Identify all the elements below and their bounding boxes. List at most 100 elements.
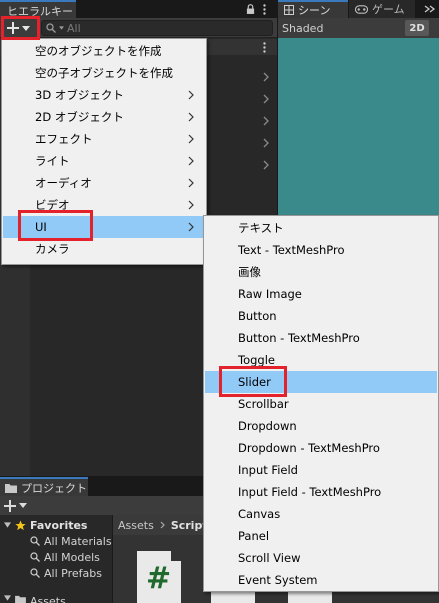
menu-item-panel[interactable]: Panel: [205, 525, 437, 547]
menu-item-raw-image[interactable]: Raw Image: [205, 283, 437, 305]
script-asset[interactable]: [288, 591, 332, 603]
menu-item-label: 空の子オブジェクトを作成: [35, 66, 173, 80]
menu-item-label: Panel: [238, 529, 270, 543]
scene-grid-icon: [284, 5, 294, 15]
menu-item-label: オーディオ: [35, 176, 92, 190]
tab-game[interactable]: ゲーム: [349, 0, 415, 18]
menu-item-label: Input Field: [238, 463, 298, 477]
tab-game-label: ゲーム: [372, 3, 405, 16]
menu-item-create-empty-child[interactable]: 空の子オブジェクトを作成: [3, 62, 205, 84]
lock-icon[interactable]: [246, 4, 255, 14]
chevron-right-icon: [188, 112, 194, 122]
csharp-script-icon: #: [146, 561, 172, 596]
menu-item-label: Dropdown: [238, 419, 297, 433]
menu-item-label: Scroll View: [238, 551, 301, 565]
menu-item-dropdown[interactable]: Dropdown: [205, 415, 437, 437]
search-dropdown-icon: [59, 26, 64, 30]
favorite-item[interactable]: All Prefabs: [30, 565, 102, 581]
menu-item-3d-object[interactable]: 3D オブジェクト: [3, 84, 205, 106]
menu-item-label: Canvas: [238, 507, 281, 521]
favorite-item[interactable]: All Materials: [30, 533, 112, 549]
toggle-2d-button[interactable]: 2D: [405, 20, 429, 36]
plus-icon: [4, 499, 16, 512]
menu-item-text[interactable]: テキスト: [205, 217, 437, 239]
menu-item-label: エフェクト: [35, 132, 93, 146]
chevron-right-icon: [188, 90, 194, 100]
animation-icon[interactable]: [424, 4, 436, 14]
menu-item-input-field[interactable]: Input Field: [205, 459, 437, 481]
more-options-icon[interactable]: [263, 3, 266, 15]
star-icon: [15, 519, 26, 530]
menu-item-button-tmp[interactable]: Button - TextMeshPro: [205, 327, 437, 349]
menu-item-label: カメラ: [35, 242, 70, 256]
menu-item-2d-object[interactable]: 2D オブジェクト: [3, 106, 205, 128]
gamepad-icon: [355, 4, 368, 14]
menu-item-label: Toggle: [238, 353, 275, 367]
more-options-icon[interactable]: [263, 42, 266, 53]
menu-item-input-field-tmp[interactable]: Input Field - TextMeshPro: [205, 481, 437, 503]
menu-item-dropdown-tmp[interactable]: Dropdown - TextMeshPro: [205, 437, 437, 459]
chevron-right-icon[interactable]: [263, 160, 269, 170]
ui-submenu: テキスト Text - TextMeshPro 画像 Raw Image But…: [203, 215, 439, 592]
script-asset[interactable]: #: [137, 551, 181, 603]
menu-item-image[interactable]: 画像: [205, 261, 437, 283]
search-icon: [30, 552, 40, 562]
menu-item-label: Raw Image: [238, 287, 302, 301]
menu-item-text-tmp[interactable]: Text - TextMeshPro: [205, 239, 437, 261]
menu-item-label: 画像: [238, 265, 261, 279]
favorites-label: Favorites: [30, 518, 88, 532]
highlight-ui-item: [18, 210, 93, 241]
hierarchy-tab-bar: ヒエラルキー: [0, 0, 277, 18]
chevron-right-icon: [188, 156, 194, 166]
menu-item-light[interactable]: ライト: [3, 150, 205, 172]
hierarchy-search[interactable]: [41, 20, 273, 36]
menu-item-camera[interactable]: カメラ: [3, 238, 205, 260]
chevron-right-icon[interactable]: [263, 72, 269, 82]
tab-scene[interactable]: シーン: [278, 0, 348, 18]
expand-arrow-icon[interactable]: [4, 522, 11, 528]
chevron-right-icon: [188, 178, 194, 188]
breadcrumb-separator-icon: [160, 521, 165, 529]
scene-tab-bar: シーン ゲーム: [278, 0, 439, 18]
menu-item-scroll-view[interactable]: Scroll View: [205, 547, 437, 569]
search-icon: [30, 536, 40, 546]
menu-item-label: Dropdown - TextMeshPro: [238, 441, 380, 455]
highlight-create-button: [1, 16, 40, 40]
chevron-right-icon[interactable]: [263, 138, 269, 148]
favorites-header[interactable]: Favorites: [4, 517, 87, 533]
search-input[interactable]: [67, 21, 267, 35]
search-icon: [46, 23, 56, 33]
menu-item-button[interactable]: Button: [205, 305, 437, 327]
shading-mode-dropdown[interactable]: Shaded: [282, 22, 323, 35]
menu-item-label: 2D オブジェクト: [35, 110, 124, 124]
menu-item-create-empty[interactable]: 空のオブジェクトを作成: [3, 40, 205, 62]
menu-item-label: 3D オブジェクト: [35, 88, 124, 102]
tab-scene-label: シーン: [298, 4, 331, 17]
chevron-right-icon: [188, 134, 194, 144]
menu-item-label: Input Field - TextMeshPro: [238, 485, 382, 499]
script-asset[interactable]: [211, 591, 255, 603]
hierarchy-toolbar: [0, 18, 277, 38]
menu-item-event-system[interactable]: Event System: [205, 569, 437, 591]
hierarchy-tab-controls: [246, 0, 266, 18]
search-icon: [30, 568, 40, 578]
breadcrumb-assets[interactable]: Assets: [118, 519, 154, 532]
favorite-item[interactable]: All Models: [30, 549, 100, 565]
project-create-button[interactable]: [4, 496, 27, 515]
highlight-slider-item: [219, 366, 287, 397]
chevron-right-icon[interactable]: [263, 94, 269, 104]
menu-item-label: Button - TextMeshPro: [238, 331, 360, 345]
menu-item-label: Scrollbar: [238, 397, 289, 411]
assets-folder-row[interactable]: Assets: [4, 595, 66, 603]
project-tab[interactable]: プロジェクト: [0, 477, 88, 496]
chevron-right-icon: [188, 200, 194, 210]
project-folder-tree: Favorites All Materials All Models All P…: [0, 515, 112, 603]
menu-item-effects[interactable]: エフェクト: [3, 128, 205, 150]
favorite-item-label: All Prefabs: [44, 566, 102, 580]
folder-icon: [15, 595, 26, 603]
menu-item-canvas[interactable]: Canvas: [205, 503, 437, 525]
menu-item-label: Event System: [238, 573, 318, 587]
menu-item-audio[interactable]: オーディオ: [3, 172, 205, 194]
chevron-right-icon[interactable]: [263, 116, 269, 126]
expand-arrow-icon[interactable]: [4, 595, 11, 601]
